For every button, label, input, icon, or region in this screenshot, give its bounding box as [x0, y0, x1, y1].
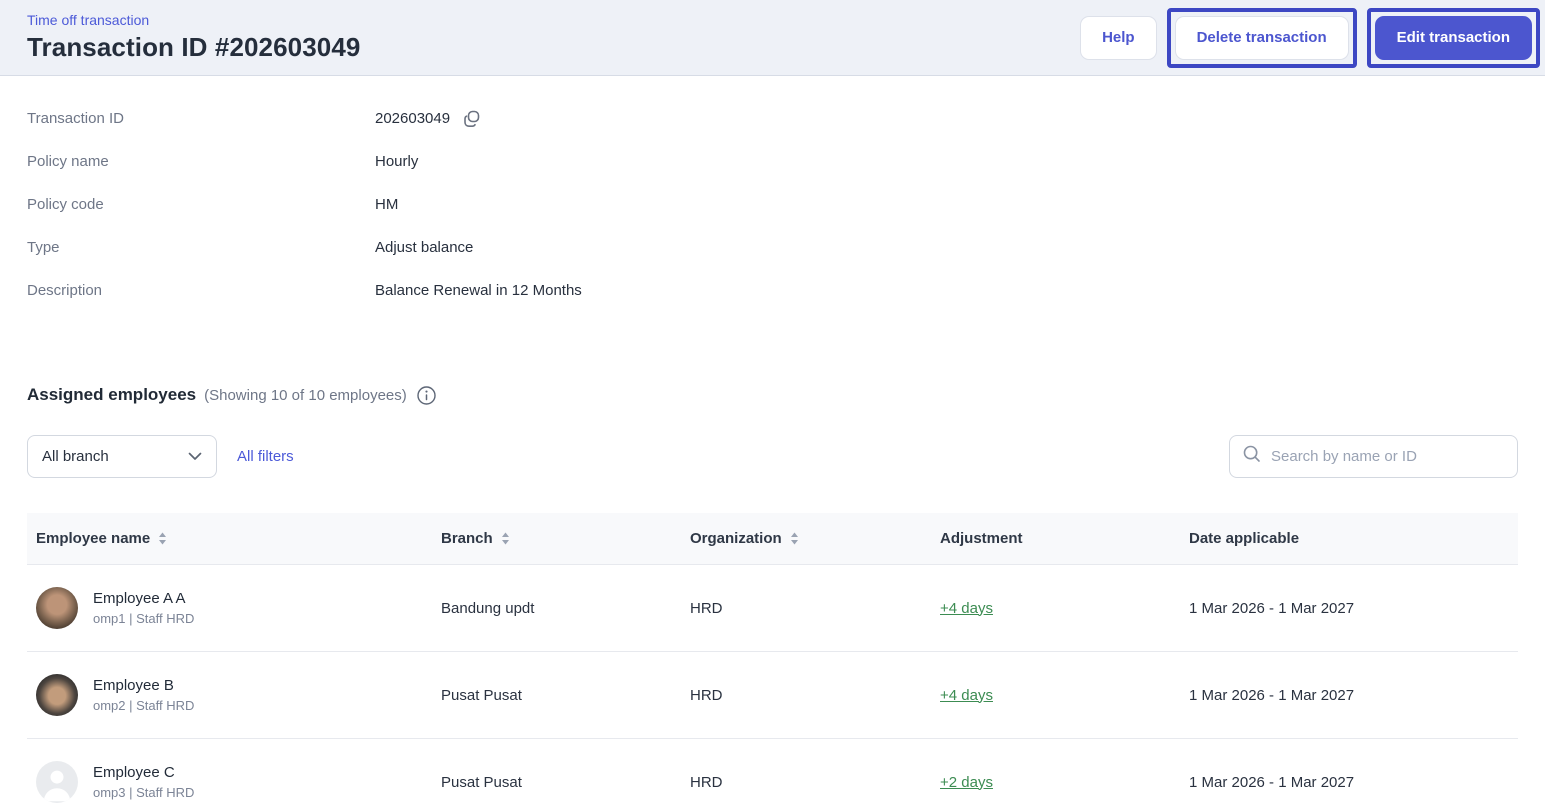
- column-header-branch[interactable]: Branch: [441, 530, 690, 547]
- edit-button-highlight-box: Edit transaction: [1366, 7, 1540, 68]
- table-row: Employee A A omp1 | Staff HRD Bandung up…: [27, 565, 1518, 652]
- employee-count-note: (Showing 10 of 10 employees): [204, 386, 407, 404]
- chevron-down-icon: [188, 448, 202, 466]
- detail-label: Description: [27, 282, 103, 299]
- detail-label: Policy name: [27, 153, 109, 170]
- breadcrumb[interactable]: Time off transaction: [27, 12, 360, 29]
- detail-row-description: Description Balance Renewal in 12 Months: [27, 269, 1518, 312]
- employee-cell: Employee B omp2 | Staff HRD: [27, 674, 441, 716]
- avatar: [36, 587, 78, 629]
- branch-cell: Bandung updt: [441, 599, 535, 617]
- sort-icon[interactable]: [790, 532, 799, 545]
- column-header-adjustment: Adjustment: [940, 530, 1189, 547]
- sort-icon[interactable]: [158, 532, 167, 545]
- branch-filter-select[interactable]: All branch: [27, 435, 217, 478]
- detail-label: Transaction ID: [27, 110, 124, 127]
- adjustment-link[interactable]: +2 days: [940, 774, 993, 791]
- all-filters-link[interactable]: All filters: [237, 448, 294, 465]
- adjustment-link[interactable]: +4 days: [940, 600, 993, 617]
- detail-row-type: Type Adjust balance: [27, 226, 1518, 269]
- branch-filter-value: All branch: [42, 448, 109, 465]
- table-row: Employee C omp3 | Staff HRD Pusat Pusat …: [27, 739, 1518, 811]
- search-icon: [1242, 444, 1262, 469]
- header-titles: Time off transaction Transaction ID #202…: [27, 12, 360, 63]
- page-header: Time off transaction Transaction ID #202…: [0, 0, 1545, 76]
- column-label: Branch: [441, 530, 493, 547]
- employee-meta: omp3 | Staff HRD: [93, 785, 195, 800]
- column-label: Adjustment: [940, 530, 1023, 547]
- date-applicable-cell: 1 Mar 2026 - 1 Mar 2027: [1189, 686, 1355, 704]
- employee-name: Employee A A: [93, 590, 186, 607]
- organization-cell: HRD: [690, 686, 723, 704]
- sort-icon[interactable]: [501, 532, 510, 545]
- assigned-employees-table: Employee name Branch Organization Adjust…: [27, 513, 1518, 811]
- employee-meta: omp2 | Staff HRD: [93, 698, 195, 713]
- employee-meta: omp1 | Staff HRD: [93, 611, 195, 626]
- help-button[interactable]: Help: [1080, 15, 1157, 60]
- detail-value: 202603049: [375, 109, 482, 129]
- employee-cell: Employee A A omp1 | Staff HRD: [27, 587, 441, 629]
- employee-identity: Employee B omp2 | Staff HRD: [93, 677, 194, 713]
- detail-value: Adjust balance: [375, 239, 474, 256]
- page-title: Transaction ID #202603049: [27, 31, 361, 62]
- date-applicable-cell: 1 Mar 2026 - 1 Mar 2027: [1189, 599, 1355, 617]
- avatar-placeholder: [36, 761, 78, 803]
- organization-cell: HRD: [690, 773, 723, 791]
- detail-value: Balance Renewal in 12 Months: [375, 282, 582, 299]
- search-box: [1229, 435, 1518, 478]
- column-header-employee-name[interactable]: Employee name: [27, 530, 441, 547]
- adjustment-link[interactable]: +4 days: [940, 687, 993, 704]
- employee-identity: Employee A A omp1 | Staff HRD: [93, 590, 194, 626]
- column-header-date-applicable: Date applicable: [1189, 530, 1518, 547]
- transaction-details: Transaction ID 202603049 Policy name Hou…: [0, 76, 1545, 312]
- edit-transaction-button[interactable]: Edit transaction: [1374, 15, 1532, 60]
- employee-identity: Employee C omp3 | Staff HRD: [93, 764, 194, 800]
- column-header-organization[interactable]: Organization: [690, 530, 940, 547]
- table-row: Employee B omp2 | Staff HRD Pusat Pusat …: [27, 652, 1518, 739]
- employee-name: Employee C: [93, 764, 175, 781]
- column-label: Date applicable: [1189, 530, 1300, 547]
- assigned-employees-header: Assigned employees (Showing 10 of 10 emp…: [27, 385, 1518, 405]
- column-label: Employee name: [36, 530, 151, 547]
- info-icon[interactable]: [417, 385, 436, 405]
- detail-row-policy-code: Policy code HM: [27, 183, 1518, 226]
- delete-button-highlight-box: Delete transaction: [1166, 7, 1357, 68]
- delete-transaction-button[interactable]: Delete transaction: [1174, 15, 1349, 60]
- organization-cell: HRD: [690, 599, 723, 617]
- section-title: Assigned employees: [27, 385, 197, 404]
- search-input[interactable]: [1271, 448, 1505, 465]
- date-applicable-cell: 1 Mar 2026 - 1 Mar 2027: [1189, 773, 1355, 791]
- header-actions: Help Delete transaction Edit transaction: [1080, 7, 1540, 68]
- copy-icon[interactable]: [462, 109, 482, 129]
- filter-row: All branch All filters: [27, 435, 1518, 478]
- detail-value: HM: [375, 196, 399, 213]
- detail-row-policy-name: Policy name Hourly: [27, 140, 1518, 183]
- detail-label: Policy code: [27, 196, 104, 213]
- avatar: [36, 674, 78, 716]
- table-header-row: Employee name Branch Organization Adjust…: [27, 513, 1518, 565]
- detail-value: Hourly: [375, 153, 419, 170]
- column-label: Organization: [690, 530, 782, 547]
- transaction-id-value: 202603049: [375, 110, 451, 127]
- detail-label: Type: [27, 239, 60, 256]
- detail-row-transaction-id: Transaction ID 202603049: [27, 97, 1518, 140]
- employee-name: Employee B: [93, 677, 174, 694]
- branch-cell: Pusat Pusat: [441, 773, 522, 791]
- time-off-transaction-page: Time off transaction Transaction ID #202…: [0, 0, 1545, 811]
- branch-cell: Pusat Pusat: [441, 686, 522, 704]
- employee-cell: Employee C omp3 | Staff HRD: [27, 761, 441, 803]
